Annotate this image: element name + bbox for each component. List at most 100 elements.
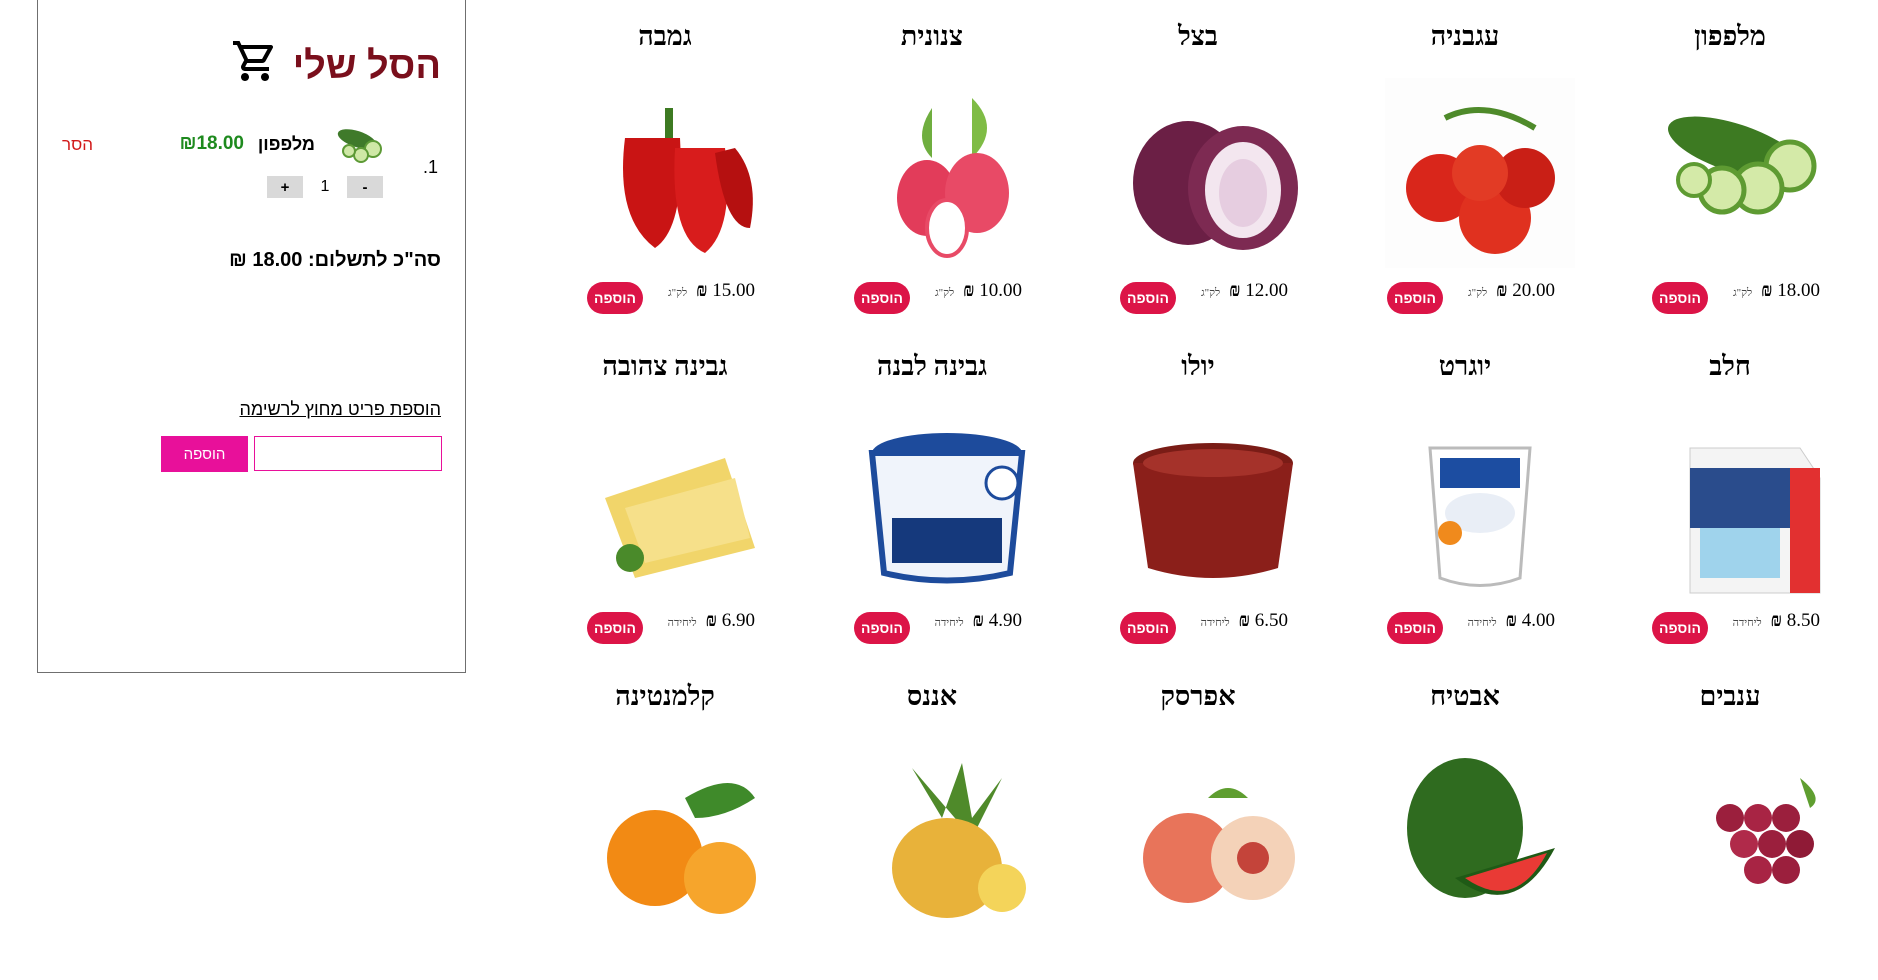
product-name: ענבים [1699, 681, 1761, 711]
milk-carton-icon[interactable] [1650, 408, 1840, 598]
product-card: גבינה לבנה 4.90 ₪ ליחידה הוספה [822, 330, 1042, 650]
product-card: גמבה 15.00 ₪ לק"ג הוספה [555, 0, 775, 320]
product-price: 6.90 ₪ ליחידה [664, 610, 755, 632]
product-card: יוגרט 4.00 ₪ ליחידה הוספה [1355, 330, 1575, 650]
product-price: 4.90 ₪ ליחידה [931, 610, 1022, 632]
product-unit: ליחידה [667, 617, 697, 629]
currency-symbol: ₪ [695, 280, 708, 301]
product-unit: לק"ג [1733, 287, 1753, 299]
cart-item-price: ₪18.00 [179, 133, 244, 154]
product-card: יולו 6.50 ₪ ליחידה הוספה [1088, 330, 1308, 650]
add-to-cart-button[interactable]: הוספה [1387, 612, 1443, 644]
product-name: אננס [906, 681, 958, 711]
add-custom-item-link[interactable]: הוספת פריט מחוץ לרשימה [240, 399, 442, 420]
product-name: גבינה צהובה [602, 351, 728, 381]
cart-item-name: מלפפון [257, 134, 315, 154]
product-name: אפרסק [1160, 681, 1236, 711]
tomato-icon[interactable] [1385, 78, 1575, 268]
add-to-cart-button[interactable]: הוספה [587, 612, 643, 644]
remove-item-link[interactable]: הסר [62, 135, 93, 155]
product-price: 15.00 ₪ לק"ג [664, 280, 755, 302]
currency-symbol: ₪ [1770, 610, 1782, 631]
white-cheese-icon[interactable] [852, 408, 1042, 598]
watermelon-icon[interactable] [1385, 738, 1575, 928]
yolo-dessert-icon[interactable] [1118, 408, 1308, 598]
add-to-cart-button[interactable]: הוספה [1120, 612, 1176, 644]
add-to-cart-button[interactable]: הוספה [1652, 612, 1708, 644]
product-name: גבינה לבנה [876, 351, 988, 381]
product-unit: לק"ג [668, 287, 688, 299]
add-to-cart-button[interactable]: הוספה [1652, 282, 1708, 314]
decrease-quantity-button[interactable]: - [347, 176, 383, 198]
product-card: ענבים [1620, 660, 1840, 980]
pepper-icon[interactable] [585, 78, 775, 268]
add-to-cart-button[interactable]: הוספה [854, 282, 910, 314]
product-price: 8.50 ₪ ליחידה [1729, 610, 1820, 632]
product-unit: ליחידה [1467, 617, 1497, 629]
product-price-value: 4.00 [1521, 610, 1555, 631]
product-price: 6.50 ₪ ליחידה [1197, 610, 1288, 632]
cart-title: הסל שלי [292, 44, 441, 87]
increase-quantity-button[interactable]: + [267, 176, 303, 198]
product-grid: מלפפון 18.00 ₪ לק"ג הוספה עגבניה 20.00 ₪… [560, 0, 1860, 918]
product-price-value: 8.50 [1786, 610, 1820, 631]
add-to-cart-button[interactable]: הוספה [1120, 282, 1176, 314]
product-unit: לק"ג [1201, 287, 1221, 299]
product-card: צנונית 10.00 ₪ לק"ג הוספה [822, 0, 1042, 320]
quantity-stepper: + 1 - [267, 176, 383, 198]
product-price-value: 10.00 [979, 280, 1022, 301]
product-unit: לק"ג [1468, 287, 1488, 299]
yellow-cheese-icon[interactable] [585, 408, 775, 598]
product-name: גמבה [638, 21, 692, 51]
currency-symbol: ₪ [1505, 610, 1517, 631]
product-card: אננס [822, 660, 1042, 980]
product-price: 10.00 ₪ לק"ג [931, 280, 1022, 302]
product-name: קלמנטינה [615, 681, 715, 711]
cucumber-icon[interactable] [1650, 78, 1840, 268]
product-price-value: 20.00 [1512, 280, 1555, 301]
product-price-value: 6.50 [1254, 610, 1288, 631]
currency-symbol: ₪ [1238, 610, 1250, 631]
shopping-cart-icon [231, 37, 279, 95]
product-card: אבטיח [1355, 660, 1575, 980]
peach-icon[interactable] [1118, 738, 1308, 928]
clementine-icon[interactable] [585, 738, 775, 928]
product-name: עגבניה [1430, 21, 1500, 51]
product-card: חלב 8.50 ₪ ליחידה הוספה [1620, 330, 1840, 650]
pineapple-icon[interactable] [852, 738, 1042, 928]
yogurt-icon[interactable] [1385, 408, 1575, 598]
product-price-value: 6.90 [721, 610, 755, 631]
add-to-cart-button[interactable]: הוספה [1387, 282, 1443, 314]
product-unit: ליחידה [934, 617, 964, 629]
add-to-cart-button[interactable]: הוספה [854, 612, 910, 644]
product-price-value: 18.00 [1777, 280, 1820, 301]
custom-item-input[interactable] [254, 436, 442, 471]
cucumber-thumbnail-icon [333, 125, 387, 165]
product-card: קלמנטינה [555, 660, 775, 980]
product-price: 18.00 ₪ לק"ג [1729, 280, 1820, 302]
currency-symbol: ₪ [705, 610, 717, 631]
product-name: חלב [1709, 351, 1751, 381]
product-name: יולו [1181, 351, 1215, 381]
currency-symbol: ₪ [1495, 280, 1508, 301]
currency-symbol: ₪ [962, 280, 975, 301]
quantity-value: 1 [320, 178, 330, 195]
product-card: גבינה צהובה 6.90 ₪ ליחידה הוספה [555, 330, 775, 650]
product-unit: ליחידה [1200, 617, 1230, 629]
add-custom-item-button[interactable]: הוספה [161, 436, 248, 472]
cart-header: הסל שלי [231, 37, 441, 95]
product-price-value: 4.90 [988, 610, 1022, 631]
product-unit: ליחידה [1732, 617, 1762, 629]
product-name: אבטיח [1430, 681, 1500, 711]
grapes-icon[interactable] [1650, 738, 1840, 928]
currency-symbol: ₪ [1760, 280, 1773, 301]
cart-item-index: 1. [422, 157, 438, 177]
product-price: 12.00 ₪ לק"ג [1197, 280, 1288, 302]
product-name: מלפפון [1694, 21, 1766, 51]
product-name: יוגרט [1438, 351, 1492, 381]
product-name: צנונית [900, 21, 964, 51]
product-price-value: 12.00 [1245, 280, 1288, 301]
onion-icon[interactable] [1118, 78, 1308, 268]
add-to-cart-button[interactable]: הוספה [587, 282, 643, 314]
radish-icon[interactable] [852, 78, 1042, 268]
